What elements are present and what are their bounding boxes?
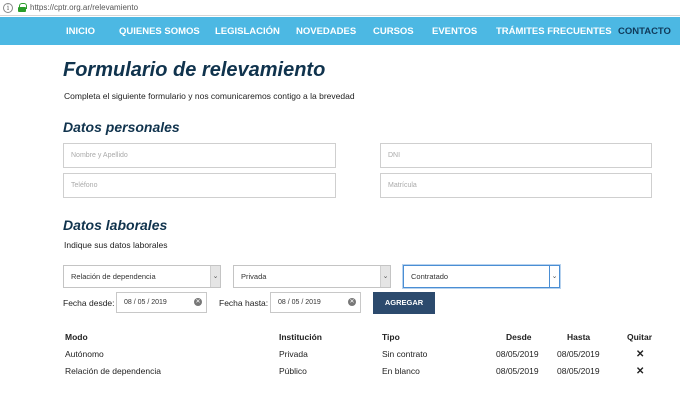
cell-desde: 08/05/2019 — [496, 349, 539, 359]
section-title-personal: Datos personales — [63, 119, 180, 135]
clear-icon[interactable]: ✕ — [194, 298, 202, 306]
browser-address-bar[interactable]: i https://cptr.org.ar/relevamiento — [0, 0, 680, 16]
chevron-down-icon: ⌄ — [210, 266, 220, 287]
nav-item-tramites-frecuentes[interactable]: TRÁMITES FRECUENTES — [496, 17, 612, 45]
close-icon[interactable]: ✕ — [636, 367, 644, 377]
fecha-desde-input[interactable]: 08 / 05 / 2019 ✕ — [116, 292, 207, 313]
tipo-select-value: Contratado — [411, 272, 449, 281]
fecha-desde-value: 08 / 05 / 2019 — [124, 299, 167, 306]
cell-institucion: Privada — [279, 349, 308, 359]
column-header-hasta: Hasta — [567, 332, 591, 342]
column-header-quitar: Quitar — [627, 332, 653, 342]
modo-select-value: Relación de dependencia — [71, 272, 156, 281]
close-icon[interactable]: ✕ — [636, 350, 644, 360]
cell-hasta: 08/05/2019 — [557, 366, 600, 376]
column-header-modo: Modo — [65, 332, 88, 342]
fecha-hasta-value: 08 / 05 / 2019 — [278, 299, 321, 306]
chevron-down-icon: ⌄ — [549, 266, 559, 287]
page-title: Formulario de relevamiento — [63, 59, 326, 81]
lock-icon — [18, 3, 27, 12]
section-subtitle-laboral: Indique sus datos laborales — [64, 240, 168, 250]
info-icon[interactable]: i — [3, 2, 13, 13]
column-header-institucion: Institución — [279, 332, 322, 342]
nav-item-quienes-somos[interactable]: QUIENES SOMOS — [119, 17, 200, 45]
chevron-down-icon: ⌄ — [380, 266, 390, 287]
section-title-laboral: Datos laborales — [63, 217, 168, 233]
tipo-select[interactable]: Contratado ⌄ — [403, 265, 560, 288]
add-button[interactable]: AGREGAR — [373, 292, 435, 314]
name-field[interactable]: Nombre y Apellido — [63, 143, 336, 168]
main-nav: INICIO QUIENES SOMOS LEGISLACIÓN NOVEDAD… — [0, 17, 680, 45]
address-url[interactable]: https://cptr.org.ar/relevamiento — [30, 3, 138, 12]
institucion-select[interactable]: Privada ⌄ — [233, 265, 391, 288]
fecha-hasta-label: Fecha hasta: — [219, 298, 269, 308]
institucion-select-value: Privada — [241, 272, 267, 281]
dni-field[interactable]: DNI — [380, 143, 652, 168]
column-header-tipo: Tipo — [382, 332, 400, 342]
clear-icon[interactable]: ✕ — [348, 298, 356, 306]
nav-item-novedades[interactable]: NOVEDADES — [296, 17, 356, 45]
fecha-hasta-input[interactable]: 08 / 05 / 2019 ✕ — [270, 292, 361, 313]
modo-select[interactable]: Relación de dependencia ⌄ — [63, 265, 221, 288]
matricula-field[interactable]: Matrícula — [380, 173, 652, 198]
cell-institucion: Público — [279, 366, 307, 376]
fecha-desde-label: Fecha desde: — [63, 298, 115, 308]
phone-field[interactable]: Teléfono — [63, 173, 336, 198]
cell-tipo: En blanco — [382, 366, 420, 376]
page-intro: Completa el siguiente formulario y nos c… — [64, 91, 355, 101]
nav-item-eventos[interactable]: EVENTOS — [432, 17, 477, 45]
nav-item-legislacion[interactable]: LEGISLACIÓN — [215, 17, 280, 45]
cell-desde: 08/05/2019 — [496, 366, 539, 376]
nav-item-inicio[interactable]: INICIO — [66, 17, 95, 45]
nav-item-cursos[interactable]: CURSOS — [373, 17, 414, 45]
cell-tipo: Sin contrato — [382, 349, 428, 359]
cell-modo: Autónomo — [65, 349, 104, 359]
nav-item-contacto[interactable]: CONTACTO — [618, 17, 671, 45]
column-header-desde: Desde — [506, 332, 532, 342]
cell-modo: Relación de dependencia — [65, 366, 161, 376]
cell-hasta: 08/05/2019 — [557, 349, 600, 359]
